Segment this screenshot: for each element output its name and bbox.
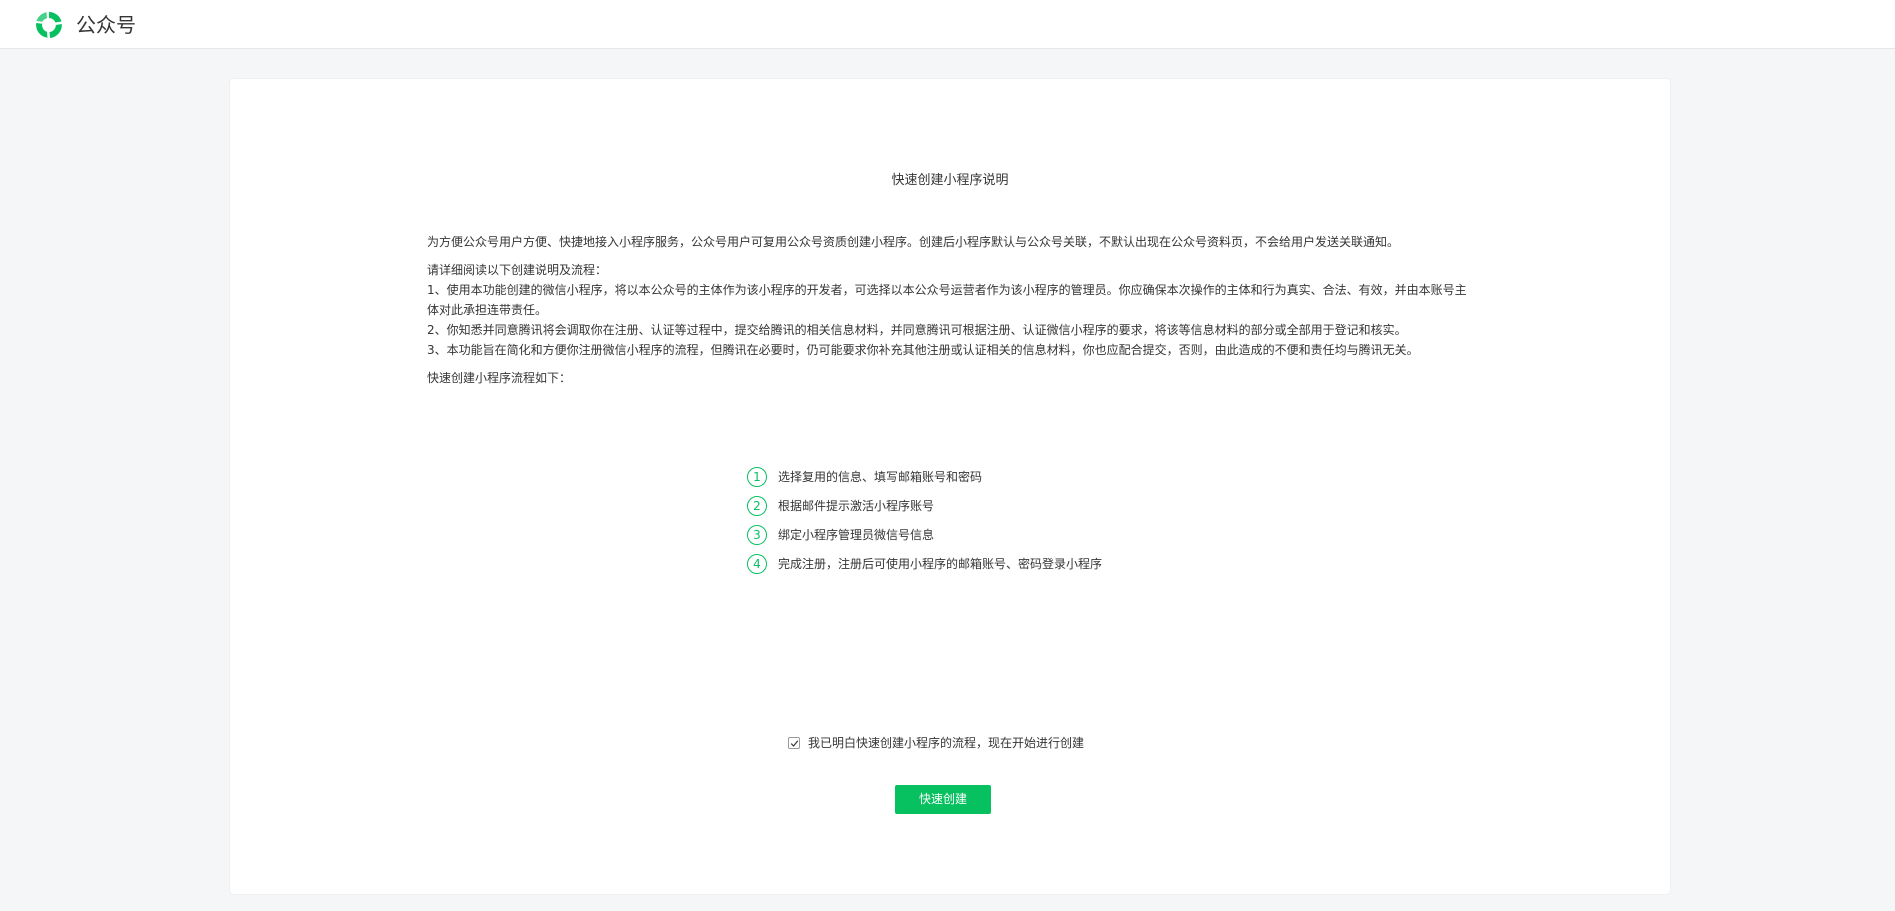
top-bar: 公众号 (0, 0, 1895, 49)
page-title: 快速创建小程序说明 (891, 173, 1009, 188)
flow-steps: 1 选择复用的信息、填写邮箱账号和密码 2 根据邮件提示激活小程序账号 3 绑定… (747, 462, 1102, 578)
requirement-item-3: 3、本功能旨在简化和方便你注册微信小程序的流程，但腾讯在必要时，仍可能要求你补充… (427, 343, 1419, 357)
agree-label[interactable]: 我已明白快速创建小程序的流程，现在开始进行创建 (808, 734, 1084, 751)
intro-text: 为方便公众号用户方便、快捷地接入小程序服务，公众号用户可复用公众号资质创建小程序… (427, 235, 1400, 249)
flow-title: 快速创建小程序流程如下： (427, 371, 572, 385)
requirement-item-2: 2、你知悉并同意腾讯将会调取你在注册、认证等过程中，提交给腾讯的相关信息材料，并… (427, 323, 1407, 337)
step-number-badge: 2 (747, 495, 767, 516)
description-content: 为方便公众号用户方便、快捷地接入小程序服务，公众号用户可复用公众号资质创建小程序… (427, 232, 1472, 388)
brand-name[interactable]: 公众号 (76, 11, 136, 39)
step-number-badge: 3 (747, 524, 767, 545)
flow-step: 4 完成注册，注册后可使用小程序的邮箱账号、密码登录小程序 (747, 549, 1102, 578)
checkmark-icon (790, 739, 799, 747)
step-text: 完成注册，注册后可使用小程序的邮箱账号、密码登录小程序 (778, 557, 1103, 571)
quick-create-button[interactable]: 快速创建 (895, 785, 991, 814)
step-text: 绑定小程序管理员微信号信息 (778, 528, 935, 542)
step-text: 根据邮件提示激活小程序账号 (778, 499, 935, 513)
agree-row[interactable]: 我已明白快速创建小程序的流程，现在开始进行创建 (788, 734, 1084, 751)
flow-step: 2 根据邮件提示激活小程序账号 (747, 491, 1102, 520)
main-card: 快速创建小程序说明 为方便公众号用户方便、快捷地接入小程序服务，公众号用户可复用… (230, 79, 1670, 894)
step-text: 选择复用的信息、填写邮箱账号和密码 (778, 470, 983, 484)
agree-checkbox[interactable] (788, 736, 800, 749)
requirement-item-1: 1、使用本功能创建的微信小程序，将以本公众号的主体作为该小程序的开发者，可选择以… (427, 283, 1467, 317)
step-number-badge: 4 (747, 553, 767, 574)
wechat-official-account-logo-icon[interactable] (34, 10, 64, 40)
flow-step: 1 选择复用的信息、填写邮箱账号和密码 (747, 462, 1102, 491)
step-number-badge: 1 (747, 466, 767, 487)
requirements-title: 请详细阅读以下创建说明及流程： (427, 263, 608, 277)
flow-step: 3 绑定小程序管理员微信号信息 (747, 520, 1102, 549)
